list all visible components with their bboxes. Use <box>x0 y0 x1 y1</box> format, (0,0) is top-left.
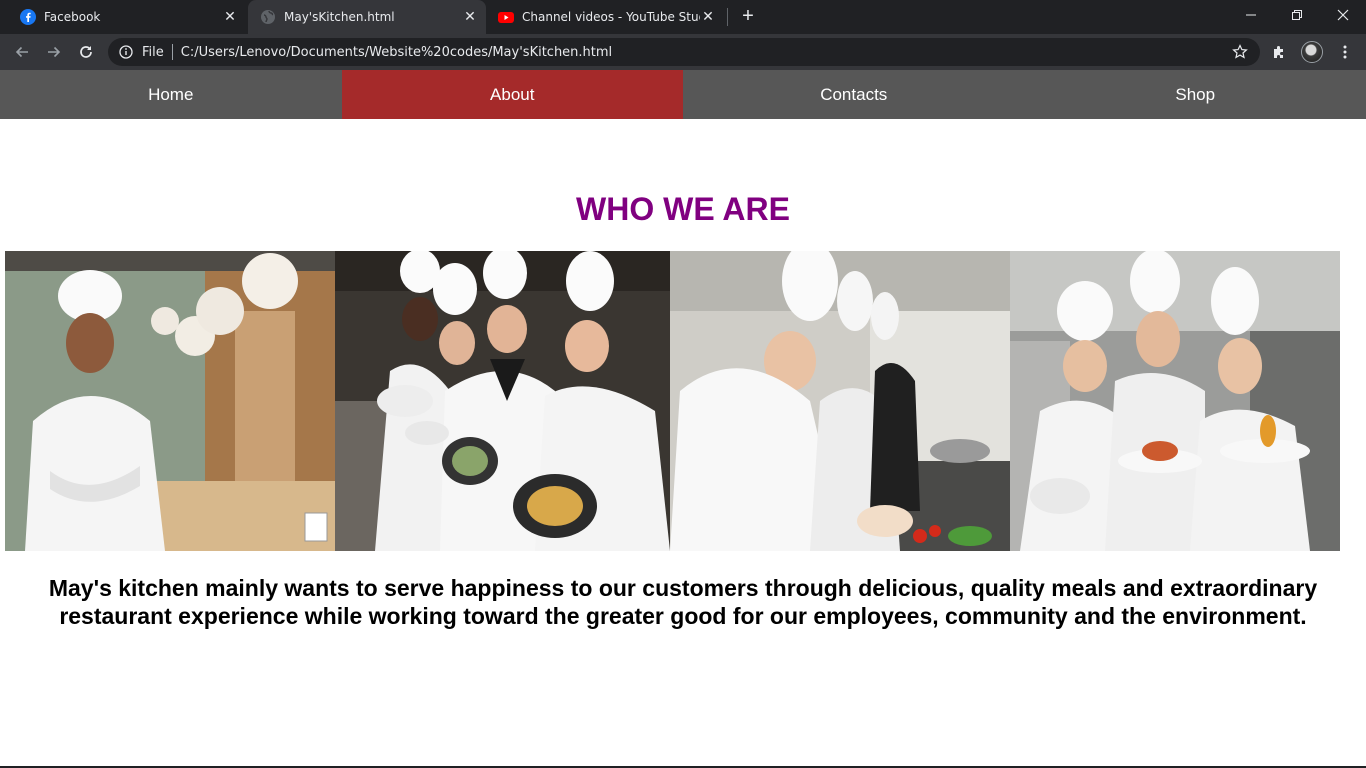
nav-contacts[interactable]: Contacts <box>683 70 1025 119</box>
tab-mayskitchen[interactable]: May'sKitchen.html ✕ <box>248 0 486 34</box>
profile-avatar[interactable] <box>1301 41 1323 63</box>
close-window-icon[interactable] <box>1320 0 1366 30</box>
close-tab-icon[interactable]: ✕ <box>222 9 238 25</box>
nav-about[interactable]: About <box>341 70 683 119</box>
youtube-icon <box>498 12 514 23</box>
nav-home[interactable]: Home <box>0 70 342 119</box>
tab-youtube-studio[interactable]: Channel videos - YouTube Studio ✕ <box>490 0 724 34</box>
menu-kebab-icon[interactable] <box>1332 39 1358 65</box>
reload-icon[interactable] <box>73 39 99 65</box>
page-viewport: Home About Contacts Shop WHO WE ARE May'… <box>0 70 1366 768</box>
new-tab-icon[interactable]: + <box>738 6 758 27</box>
tab-title: Channel videos - YouTube Studio <box>522 10 700 24</box>
url-text[interactable]: C:/Users/Lenovo/Documents/Website%20code… <box>181 45 612 60</box>
mission-statement: May's kitchen mainly wants to serve happ… <box>48 575 1318 629</box>
restore-icon[interactable] <box>1274 0 1320 30</box>
globe-icon <box>261 10 275 24</box>
chef-photo-1 <box>5 251 335 551</box>
info-icon[interactable] <box>118 44 134 60</box>
bookmark-star-icon[interactable] <box>1232 44 1248 60</box>
extensions-puzzle-icon[interactable] <box>1266 39 1292 65</box>
close-tab-icon[interactable]: ✕ <box>462 9 478 25</box>
tab-title: May'sKitchen.html <box>284 10 395 24</box>
close-tab-icon[interactable]: ✕ <box>700 9 716 25</box>
tab-title: Facebook <box>44 10 101 24</box>
scheme-label: File <box>142 44 164 60</box>
forward-icon[interactable] <box>41 39 67 65</box>
nav-shop[interactable]: Shop <box>1025 70 1366 119</box>
chef-photo-2 <box>335 251 670 551</box>
back-icon[interactable] <box>9 39 35 65</box>
chef-photo-4 <box>1010 251 1340 551</box>
chef-photo-3 <box>670 251 1010 551</box>
site-navbar: Home About Contacts Shop <box>0 70 1366 119</box>
tab-divider <box>727 8 728 26</box>
minimize-icon[interactable] <box>1228 0 1274 30</box>
tab-strip: Facebook ✕ May'sKitchen.html ✕ Channel v… <box>0 0 1366 34</box>
address-bar[interactable]: File C:/Users/Lenovo/Documents/Website%2… <box>108 38 1260 66</box>
page-heading: WHO WE ARE <box>576 191 790 227</box>
tab-facebook[interactable]: Facebook ✕ <box>12 0 246 34</box>
browser-toolbar: File C:/Users/Lenovo/Documents/Website%2… <box>0 34 1366 70</box>
address-divider <box>171 44 173 60</box>
facebook-icon <box>20 9 36 25</box>
